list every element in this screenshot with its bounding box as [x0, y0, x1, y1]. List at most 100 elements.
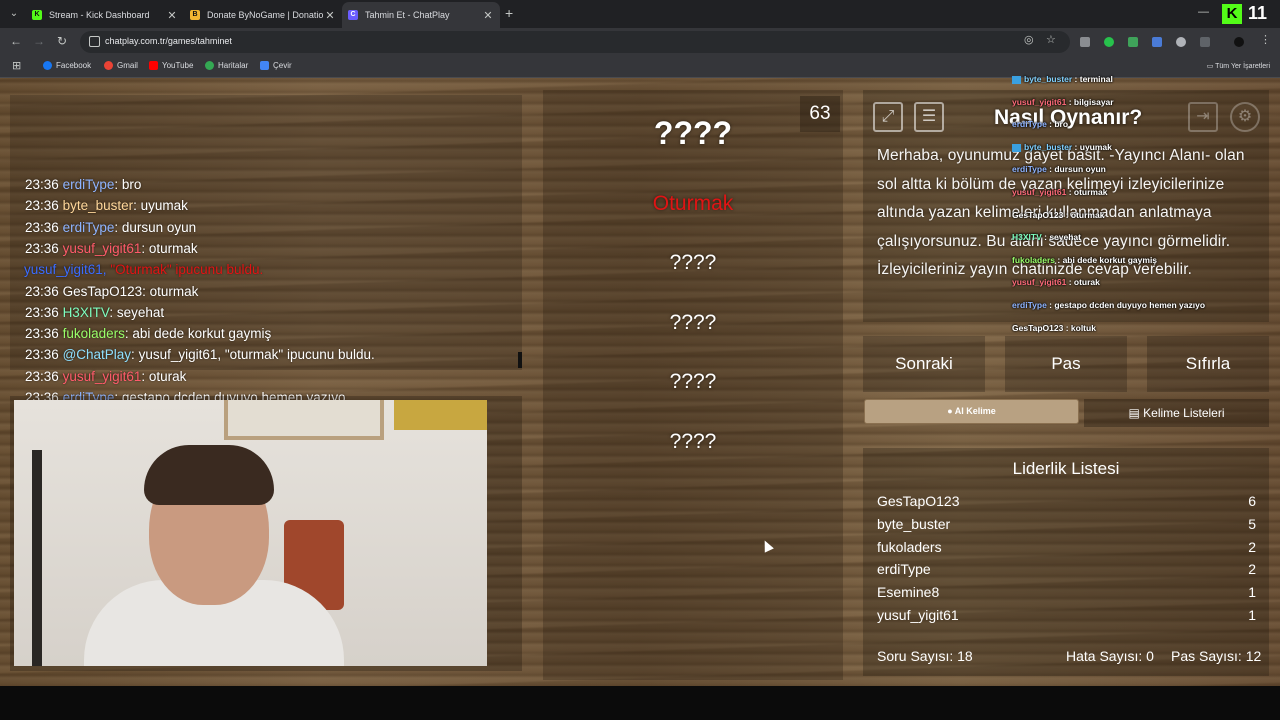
minimize-icon[interactable]: —: [1198, 6, 1209, 18]
chat-text: bro: [121, 177, 142, 192]
bookmark-maps[interactable]: Haritalar: [205, 61, 248, 70]
leaderboard-name: byte_buster: [877, 515, 951, 532]
bookmark-label: Çevir: [273, 61, 292, 70]
maps-icon: [205, 61, 214, 70]
reset-button[interactable]: Sıfırla: [1147, 336, 1269, 392]
overlay-chat-message: yusuf_yigit61 : oturak: [1012, 277, 1100, 288]
avatar[interactable]: [1234, 37, 1244, 47]
chat-text: dursun oyun: [121, 219, 197, 235]
chat-time: 23:36: [25, 283, 59, 299]
chat-text: oturmak: [149, 283, 199, 299]
overlay-chat-text: gestapo dcden duyuyo hemen yazıyo: [1054, 300, 1206, 310]
leaderboard-score: 2: [1248, 538, 1256, 555]
extension-icon[interactable]: [1176, 37, 1186, 47]
leaderboard-score: 1: [1248, 607, 1256, 623]
eye-off-icon[interactable]: ◎: [1024, 33, 1034, 46]
tab-bynogame[interactable]: B Donate ByNoGame | Donations ✕: [184, 2, 342, 28]
pass-button[interactable]: Pas: [1005, 336, 1127, 392]
extension-icon[interactable]: [1152, 37, 1162, 47]
bookmark-translate[interactable]: Çevir: [260, 61, 292, 70]
chat-time: 23:36: [25, 368, 59, 384]
extension-icon[interactable]: [1128, 37, 1138, 47]
tab-label: Tahmin Et - ChatPlay: [365, 10, 450, 20]
chat-time: 23:36: [25, 347, 59, 363]
chat-username[interactable]: yusuf_yigit61: [63, 369, 142, 384]
chat-username[interactable]: byte_buster: [63, 198, 134, 213]
ai-word-label: AI Kelime: [954, 406, 996, 416]
bookmark-facebook[interactable]: Facebook: [43, 61, 91, 70]
kick-logo: K: [1222, 4, 1242, 24]
overlay-chat-text: terminal: [1079, 74, 1113, 84]
chat-message: 23:36 GesTapO123: oturmak: [25, 283, 199, 299]
url-text[interactable]: chatplay.com.tr/games/tahminet: [105, 36, 232, 46]
kebab-menu-icon[interactable]: ⋮: [1260, 33, 1271, 46]
forward-icon[interactable]: →: [33, 34, 45, 48]
chat-username[interactable]: yusuf_yigit61: [63, 241, 142, 256]
chat-username[interactable]: H3XITV: [63, 305, 110, 320]
tab-kick-dashboard[interactable]: K Stream - Kick Dashboard ✕: [26, 2, 184, 28]
chat-scrollbar[interactable]: [518, 352, 522, 368]
chat-username[interactable]: erdiType: [63, 220, 115, 235]
word-lists-label: Kelime Listeleri: [1143, 406, 1225, 420]
overlay-chat-username: byte_buster: [1024, 141, 1073, 152]
overlay-chat: byte_buster : terminal yusuf_yigit61 : bi…: [1012, 72, 1272, 334]
overlay-chat-text: uyumak: [1079, 141, 1112, 152]
hidden-hint: ????: [669, 370, 717, 393]
bookmark-youtube[interactable]: YouTube: [149, 61, 193, 70]
extension-icon[interactable]: [1104, 37, 1114, 47]
overlay-chat-message: erdiType : bro: [1012, 119, 1069, 130]
chat-username[interactable]: erdiType: [63, 177, 115, 192]
chat-text: seyehat: [116, 304, 165, 320]
taskbar: [0, 686, 1280, 720]
chat-username[interactable]: fukoladers: [63, 326, 125, 341]
chat-message: 23:36 yusuf_yigit61: oturmak: [25, 240, 198, 256]
bookmark-gmail[interactable]: Gmail: [104, 61, 138, 70]
chat-message: 23:36 erdiType: dursun oyun: [25, 219, 197, 235]
overlay-chat-message: erdiType : dursun oyun: [1012, 164, 1106, 175]
chat-text: oturmak: [148, 240, 198, 256]
back-icon[interactable]: ←: [10, 34, 22, 48]
tab-chatplay[interactable]: C Tahmin Et - ChatPlay ✕: [342, 2, 500, 28]
overlay-chat-text: oturmak: [1070, 209, 1105, 220]
youtube-icon: [149, 61, 158, 70]
overlay-chat-message: fukoladers : abi dede korkut gaymiş: [1012, 254, 1158, 265]
next-button[interactable]: Sonraki: [863, 336, 985, 392]
apps-grid-icon[interactable]: ⊞: [12, 59, 21, 72]
extension-icon[interactable]: [1080, 37, 1090, 47]
overlay-chat-username: byte_buster: [1024, 74, 1073, 84]
chat-time: 23:36: [25, 177, 59, 192]
reload-icon[interactable]: ↻: [57, 34, 67, 48]
overlay-chat-text: seyehat: [1049, 232, 1081, 243]
overlay-chat-username: GesTapO123: [1012, 322, 1064, 333]
close-icon[interactable]: ✕: [324, 9, 336, 22]
close-icon[interactable]: ✕: [166, 9, 178, 22]
found-hint: Oturmak: [652, 192, 734, 215]
site-info-icon[interactable]: [89, 36, 100, 47]
overlay-chat-message: GesTapO123 : oturmak: [1012, 209, 1105, 220]
star-icon[interactable]: ☆: [1046, 33, 1056, 46]
chat-text: "Oturmak" ipucunu buldu.: [110, 262, 264, 278]
all-bookmarks[interactable]: ▭ Tüm Yer İşaretleri: [1207, 62, 1270, 70]
chat-message: 23:36 @ChatPlay: yusuf_yigit61, "oturmak…: [25, 347, 375, 363]
chat-username[interactable]: @ChatPlay: [63, 347, 131, 362]
overlay-chat-username: fukoladers: [1012, 254, 1055, 265]
chat-time: 23:36: [25, 219, 59, 235]
word-lists-button[interactable]: ▤ Kelime Listeleri: [1084, 399, 1269, 427]
tab-search-icon[interactable]: ⌄: [6, 6, 22, 22]
chat-message: yusuf_yigit61, "Oturmak" ipucunu buldu.: [24, 262, 263, 277]
question-count: Soru Sayısı: 18: [877, 648, 973, 664]
address-bar[interactable]: chatplay.com.tr/games/tahminet: [80, 31, 1070, 53]
document-icon[interactable]: ☰: [914, 102, 944, 132]
fullscreen-icon[interactable]: ⤢: [873, 102, 903, 132]
chat-text: yusuf_yigit61, "oturmak" ipucunu buldu.: [138, 347, 375, 363]
ai-word-button[interactable]: ● AI Kelime: [864, 399, 1079, 424]
new-tab-button[interactable]: +: [505, 5, 513, 21]
chat-text: uyumak: [140, 198, 188, 214]
close-icon[interactable]: ✕: [482, 9, 494, 22]
overlay-chat-text: koltuk: [1070, 322, 1096, 333]
chat-text: oturak: [148, 368, 187, 384]
puzzle-icon[interactable]: [1200, 37, 1210, 47]
chat-username[interactable]: GesTapO123: [63, 284, 143, 299]
chat-text: abi dede korkut gaymiş: [132, 326, 272, 342]
chat-message: 23:36 yusuf_yigit61: oturak: [25, 368, 187, 384]
